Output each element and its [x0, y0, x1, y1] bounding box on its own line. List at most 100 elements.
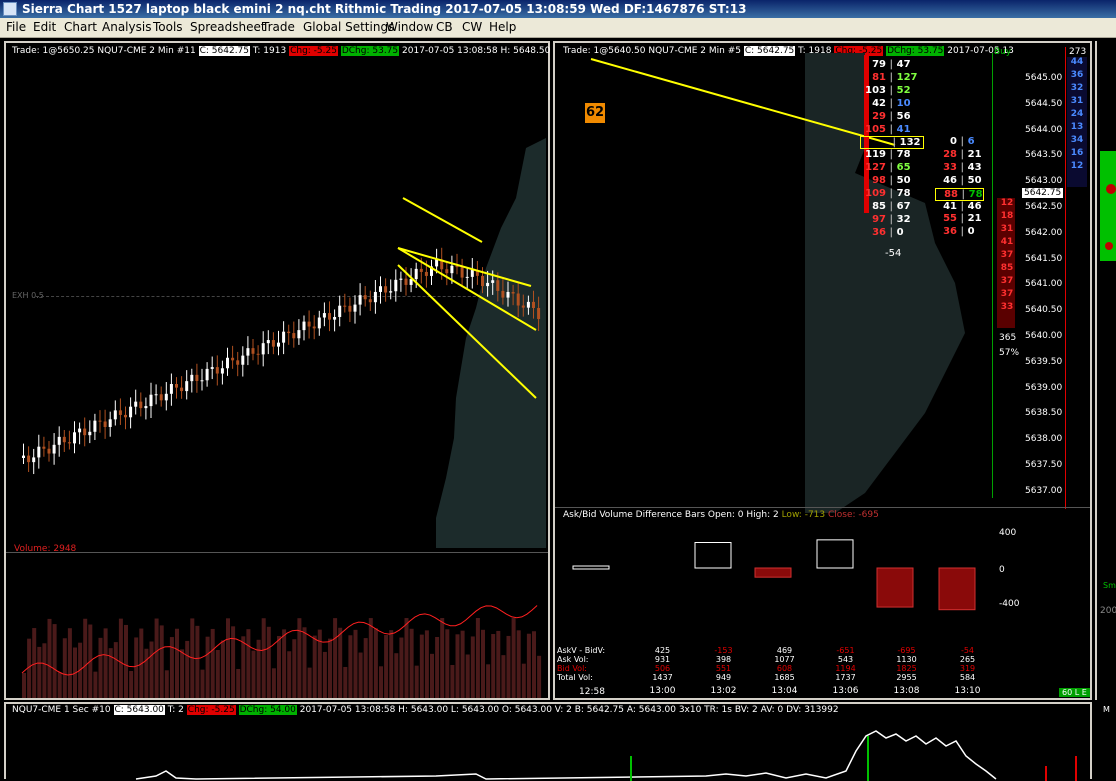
volume-bar [134, 637, 139, 698]
right-edge-panel[interactable]: Sm 200 M [1095, 41, 1116, 714]
bid-depth: 12 18 31 41 37 85 37 37 33 [997, 198, 1015, 328]
ladder2-bid-value: 41 [943, 200, 957, 212]
footer-column: -651 543 1194 1737 13:06 [823, 646, 868, 696]
volume-bar [358, 652, 363, 698]
volume-bar [175, 628, 179, 698]
ladder-ask-value: 47 [896, 59, 911, 70]
ladder-ask-value: 50 [896, 175, 911, 187]
ask-depth-value: 34 [1070, 135, 1084, 145]
ladder2-ask-value: 0 [967, 226, 975, 238]
volume-bar [440, 618, 445, 698]
ladder-row: 103 | 52 [860, 85, 910, 96]
footer-bid: 551 [715, 664, 732, 673]
volume-bar [465, 654, 470, 698]
menu-edit[interactable]: Edit [33, 20, 56, 34]
edge-label-2: 200 [1100, 606, 1116, 616]
price-label: 5639.50 [1025, 356, 1063, 367]
chart2-trendline[interactable] [555, 43, 1094, 193]
ladder-ask-value: 67 [896, 200, 911, 212]
footer-total: 1685 [774, 673, 795, 682]
ladder-bid-value: 109 [865, 188, 886, 199]
volume-bar [419, 634, 424, 698]
menu-trade[interactable]: Trade [262, 20, 295, 34]
ask-depth: 44 36 32 31 24 13 34 16 12 [1067, 57, 1087, 187]
footer-total: 1737 [835, 673, 856, 682]
menu-cb[interactable]: CB [436, 20, 453, 34]
volume-bar [236, 668, 241, 698]
ask-depth-value: 24 [1070, 109, 1084, 119]
volume-bar [537, 655, 542, 698]
menu-chart[interactable]: Chart [64, 20, 97, 34]
ladder2-bid-value: 46 [943, 174, 957, 186]
menu-window[interactable]: Window [386, 20, 433, 34]
volume-bar [516, 630, 521, 698]
ask-depth-value: 31 [1070, 96, 1084, 106]
ladder-row: 29 | 56 [860, 111, 910, 122]
volume-bar [394, 653, 399, 698]
price-label: 5641.00 [1025, 279, 1063, 290]
volume-bar [435, 637, 440, 698]
study-bar [694, 542, 732, 569]
price-label: 5642.00 [1025, 227, 1063, 238]
ladder2-ask-value: 78 [968, 188, 983, 200]
ladder2-bid-value: 88 [944, 188, 958, 200]
bid-depth-value: 33 [1000, 302, 1014, 312]
volume-bar [164, 670, 169, 698]
menu-cw[interactable]: CW [462, 20, 482, 34]
menu-help[interactable]: Help [489, 20, 516, 34]
chart2-panel[interactable]: Trade: 1@5640.50 NQU7-CME 2 Min #5 C: 56… [553, 41, 1092, 700]
time-label: 13:06 [832, 686, 859, 696]
study-bar [754, 567, 792, 578]
volume-bar [511, 618, 516, 698]
menu-tools[interactable]: Tools [153, 20, 183, 34]
ladder2-ask-value: 50 [967, 174, 982, 186]
footer-diff: -651 [836, 646, 855, 655]
ladder-ask-value: 127 [896, 71, 918, 83]
ladder-bid-value: 127 [865, 162, 886, 174]
menu-spreadsheet[interactable]: Spreadsheet [190, 20, 266, 34]
volume-label: Volume: 2948 [14, 544, 77, 554]
volume-bar [373, 628, 378, 698]
volume-bar [404, 618, 409, 698]
volume-bar [322, 651, 327, 698]
footer-columns: 425 931 506 1437 13:00 -153 398 551 949 13:02 469 1… [555, 646, 995, 696]
volume-bar [169, 637, 174, 698]
study-bar [876, 567, 914, 608]
study-bar [816, 539, 854, 569]
footer-bid: 1194 [835, 664, 856, 673]
ladder-row: 81 | 127 [860, 71, 918, 83]
footer-diff: -153 [714, 646, 733, 655]
footer-total: 2955 [896, 673, 917, 682]
app-icon [3, 2, 17, 16]
footer-diff: 425 [654, 646, 671, 655]
price-label: 5637.00 [1025, 485, 1063, 496]
volume-bar [37, 646, 42, 698]
ladder-row: 36 | 0 [860, 227, 904, 238]
volume-bar [455, 634, 460, 698]
time-label: 13:02 [710, 686, 737, 696]
volume-bar [154, 618, 159, 698]
chart1-panel[interactable]: Trade: 1@5650.25 NQU7-CME 2 Min #11 C: 5… [4, 41, 623, 700]
footer-ask: 1130 [896, 655, 917, 664]
ladder-ask-value: 78 [896, 188, 911, 199]
ladder-row: 79 | 47 [860, 59, 911, 70]
volume-bar [368, 618, 373, 698]
ladder-row: 85 | 67 [860, 200, 911, 212]
menu-file[interactable]: File [6, 20, 26, 34]
footer-total: 949 [715, 673, 732, 682]
volume-bar [185, 640, 190, 698]
menu-bar: File Edit Chart Analysis Tools Spreadshe… [0, 18, 1116, 38]
volume-bar [261, 618, 266, 698]
ladder2-row: 41 | 46 [935, 200, 981, 212]
price-label: 5645.00 [1025, 73, 1063, 83]
chart3-panel[interactable]: NQU7-CME 1 Sec #10 C: 5643.00 T: 2 Chg: … [4, 702, 1092, 781]
ladder2-row: 33 | 43 [935, 161, 982, 173]
menu-global-settings[interactable]: Global Settings [303, 20, 394, 34]
ladder2-ask-value: 21 [967, 148, 982, 160]
ladder2-ask-value: 43 [967, 161, 982, 173]
volume-bar [389, 630, 394, 698]
ladder-bid-value: 97 [872, 213, 886, 225]
volume-bar [118, 618, 123, 698]
volume-bar [32, 628, 37, 698]
menu-analysis[interactable]: Analysis [102, 20, 151, 34]
